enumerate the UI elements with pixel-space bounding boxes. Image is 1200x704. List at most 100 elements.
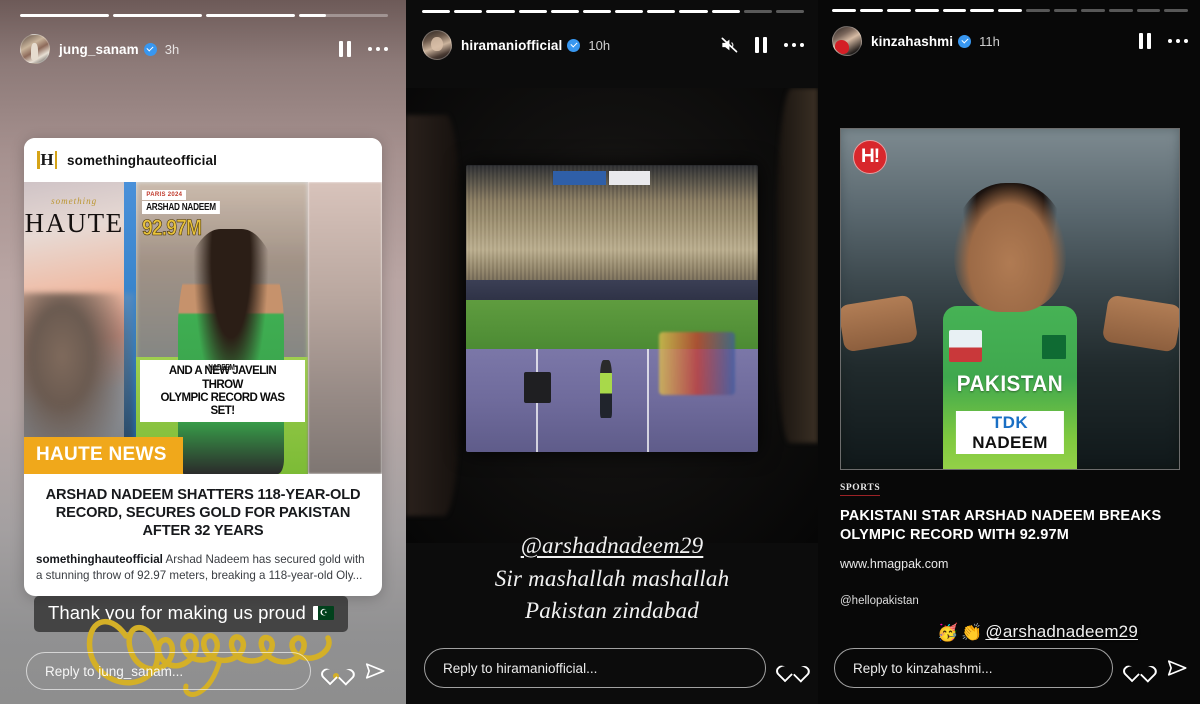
reply-bar: Reply to hiramaniofficial...	[424, 648, 804, 688]
hello-pakistan-logo-icon: H!	[853, 140, 887, 174]
story-age: 11h	[979, 33, 1000, 49]
athlete-head	[953, 183, 1067, 313]
progress-segment	[113, 14, 202, 17]
trackside-crew	[658, 331, 735, 395]
stadium-footage	[465, 165, 759, 452]
heart-icon[interactable]	[781, 658, 804, 679]
magazine-cover-right	[308, 182, 382, 474]
send-icon[interactable]	[1166, 657, 1188, 679]
article-url[interactable]: www.hmagpak.com	[840, 557, 1180, 571]
heart-icon[interactable]	[326, 661, 349, 682]
progress-segment	[887, 9, 912, 12]
verified-badge-icon	[958, 34, 972, 48]
caption-author[interactable]: somethinghauteofficial	[36, 553, 163, 566]
reposted-account-name[interactable]: somethinghauteofficial	[67, 153, 217, 168]
heart-icon[interactable]	[1128, 658, 1151, 679]
athlete-bib-label: NADEEM	[208, 363, 235, 373]
progress-segment	[1108, 9, 1133, 12]
progress-segment	[679, 10, 708, 13]
story-panel-hiramaniofficial[interactable]: hiramaniofficial 10h @arshadnadeem29 Sir…	[406, 0, 818, 704]
flag-pakistan-icon	[1042, 335, 1067, 359]
bib-name-text: NADEEM	[972, 433, 1048, 453]
reposted-post-image: something HAUTE NADEEM PARIS 2024 ARSHAD…	[24, 182, 382, 474]
progress-segment	[998, 9, 1022, 12]
story-panel-kinzahashmi[interactable]: kinzahashmi 11h PAKISTAN TDK NADEEM H! S…	[818, 0, 1200, 704]
progress-segment	[422, 10, 451, 13]
progress-segment	[743, 10, 772, 13]
more-options-icon[interactable]	[783, 42, 804, 48]
article-category-label: SPORTS	[840, 483, 881, 496]
overlay-text-line-2: Sir mashallah mashallah	[494, 565, 730, 591]
avatar[interactable]	[422, 30, 452, 60]
progress-segment	[615, 10, 644, 13]
story-age: 10h	[588, 37, 611, 53]
mention-text[interactable]: @arshadnadeem29	[985, 622, 1138, 642]
progress-segment	[486, 10, 515, 13]
party-face-emoji-icon: 🥳	[937, 622, 959, 642]
athlete-arm-right	[1101, 294, 1179, 353]
send-icon[interactable]	[364, 660, 386, 682]
mute-icon[interactable]	[719, 35, 739, 55]
more-options-icon[interactable]	[367, 46, 388, 52]
story-progress-bar[interactable]	[832, 9, 1188, 12]
story-header: jung_sanam 3h	[20, 34, 388, 64]
magazine-cover-center: NADEEM PARIS 2024 ARSHAD NADEEM 92.97M A…	[136, 182, 309, 474]
progress-segment	[1025, 9, 1050, 12]
username[interactable]: hiramaniofficial	[461, 38, 562, 53]
story-video-content	[406, 88, 818, 543]
reposted-post-header: H somethinghauteofficial	[24, 138, 382, 182]
progress-segment	[206, 14, 295, 17]
story-header: kinzahashmi 11h	[832, 26, 1188, 56]
pause-icon[interactable]	[1138, 33, 1152, 49]
progress-segment	[970, 9, 995, 12]
reply-bar: Reply to jung_sanam...	[26, 652, 386, 690]
article-headline: ARSHAD NADEEM SHATTERS 118-YEAR-OLD RECO…	[45, 487, 361, 539]
hand-silhouette-left	[406, 115, 460, 516]
progress-segment	[915, 9, 939, 12]
progress-segment	[1053, 9, 1078, 12]
reply-input[interactable]: Reply to hiramaniofficial...	[424, 648, 766, 688]
avatar[interactable]	[832, 26, 862, 56]
pause-icon[interactable]	[754, 37, 768, 53]
hand-silhouette-right	[776, 88, 818, 443]
progress-segment	[775, 10, 805, 13]
jersey-country-text: PAKISTAN	[956, 370, 1064, 396]
progress-segment	[582, 10, 612, 13]
progress-segment	[1136, 9, 1161, 12]
event-badge: PARIS 2024	[142, 190, 187, 200]
distance-label: 92.97M	[142, 215, 203, 241]
trackside-camera	[524, 371, 551, 404]
progress-segment	[832, 9, 856, 12]
reposted-post-card[interactable]: H somethinghauteofficial something HAUTE…	[24, 138, 382, 596]
article-card[interactable]: PAKISTAN TDK NADEEM H! SPORTS PAKISTANI …	[840, 128, 1180, 607]
article-handle[interactable]: @hellopakistan	[840, 595, 1180, 607]
more-options-icon[interactable]	[1167, 38, 1188, 44]
sticker-text: Thank you for making us proud	[48, 602, 306, 623]
username[interactable]: jung_sanam	[59, 42, 139, 57]
news-tag-badge: HAUTE NEWS	[24, 437, 183, 474]
magazine-title: HAUTE	[24, 208, 124, 238]
story-progress-bar[interactable]	[20, 14, 388, 17]
stadium-banner	[553, 171, 607, 186]
verified-badge-icon	[143, 42, 157, 56]
overlay-text-line-3: Pakistan zindabad	[525, 598, 699, 624]
username[interactable]: kinzahashmi	[871, 34, 953, 49]
progress-segment	[1081, 9, 1105, 12]
reply-input[interactable]: Reply to jung_sanam...	[26, 652, 311, 690]
mention-text[interactable]: @arshadnadeem29	[406, 530, 818, 563]
caption-line-2: OLYMPIC RECORD WAS SET!	[160, 389, 285, 417]
story-overlay-text: @arshadnadeem29 Sir mashallah mashallah …	[406, 530, 818, 628]
story-header: hiramaniofficial 10h	[422, 30, 804, 60]
pause-icon[interactable]	[338, 41, 352, 57]
story-panel-jung-sanam[interactable]: jung_sanam 3h H somethinghauteofficial s…	[0, 0, 406, 704]
reply-bar: Reply to kinzahashmi...	[834, 648, 1188, 688]
verified-badge-icon	[567, 38, 581, 52]
progress-segment	[454, 10, 483, 13]
athlete-on-track	[600, 360, 612, 418]
article-photo: PAKISTAN TDK NADEEM H!	[840, 128, 1180, 470]
progress-segment	[711, 10, 740, 13]
avatar[interactable]	[20, 34, 50, 64]
story-progress-bar[interactable]	[422, 10, 805, 13]
mention-sticker[interactable]: 🥳 👏 @arshadnadeem29	[937, 622, 1138, 642]
reply-input[interactable]: Reply to kinzahashmi...	[834, 648, 1113, 688]
